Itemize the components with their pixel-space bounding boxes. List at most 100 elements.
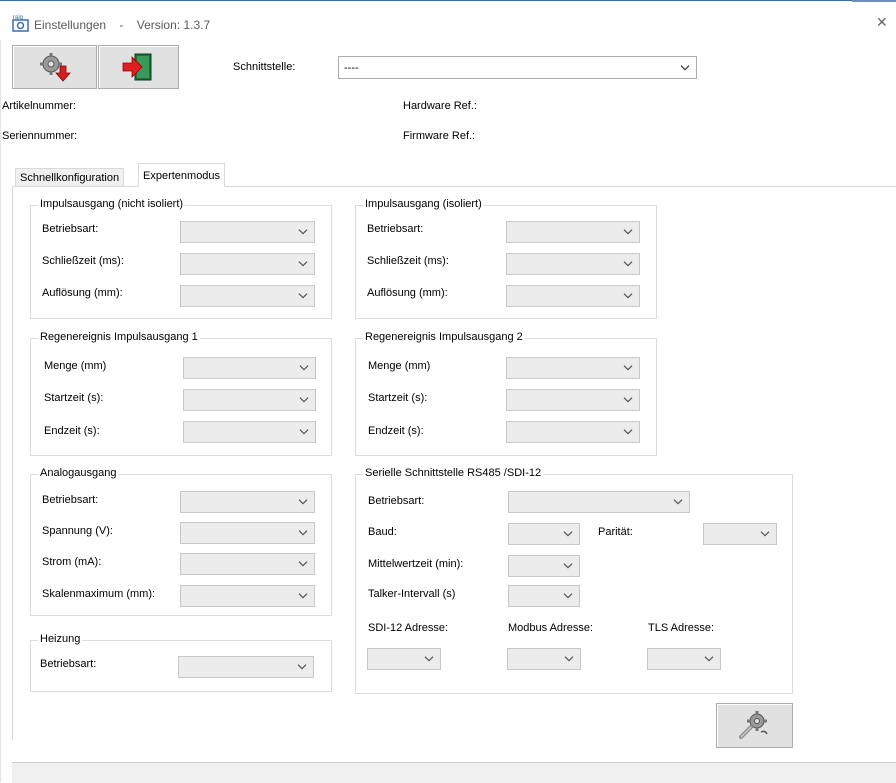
chevron-down-icon <box>299 397 309 403</box>
group-title: Regenereignis Impulsausgang 1 <box>38 331 200 343</box>
baud-select[interactable] <box>508 523 580 545</box>
analog-voltage-select[interactable] <box>180 522 315 544</box>
baud-label: Baud: <box>368 526 397 538</box>
field-label: Auflösung (mm): <box>367 287 448 299</box>
modbus-address-select[interactable] <box>507 648 581 670</box>
window-title: Einstellungen - Version: 1.3.7 <box>34 18 210 32</box>
pulse1-mode-select[interactable] <box>180 221 315 243</box>
field-label: Endzeit (s): <box>368 425 424 437</box>
tls-address-select[interactable] <box>647 648 721 670</box>
hardware-ref-label: Hardware Ref.: <box>403 100 477 112</box>
app-logo-icon: ralg <box>12 15 29 32</box>
field-label: Spannung (V): <box>42 525 113 537</box>
field-label: Menge (mm) <box>368 360 431 372</box>
field-label: Endzeit (s): <box>44 425 100 437</box>
chevron-down-icon <box>563 531 573 537</box>
apply-settings-button[interactable] <box>716 703 793 748</box>
chevron-down-icon <box>623 293 633 299</box>
pulse2-resolution-select[interactable] <box>506 285 640 307</box>
talker-interval-label: Talker-Intervall (s) <box>368 588 456 600</box>
pulse2-mode-select[interactable] <box>506 221 640 243</box>
interface-label: Schnittstelle: <box>233 61 296 73</box>
parity-label: Parität: <box>598 526 633 538</box>
gear-download-icon <box>40 53 71 82</box>
svg-text:ralg: ralg <box>13 15 23 21</box>
group-title: Regenereignis Impulsausgang 2 <box>363 331 525 343</box>
field-label: Betriebsart: <box>367 223 424 235</box>
status-bar <box>12 762 896 783</box>
serial-number-label: Seriennummer: <box>2 130 78 142</box>
field-label: Auflösung (mm): <box>42 287 123 299</box>
chevron-down-icon <box>623 365 633 371</box>
chevron-down-icon <box>563 563 573 569</box>
rain1-end-time-select[interactable] <box>183 421 316 443</box>
field-label: Betriebsart: <box>40 658 97 670</box>
field-label: Schließzeit (ms): <box>42 255 124 267</box>
field-label: Betriebsart: <box>42 223 99 235</box>
modbus-address-label: Modbus Adresse: <box>508 622 593 634</box>
averaging-time-label: Mittelwertzeit (min): <box>368 558 464 570</box>
rain1-amount-select[interactable] <box>183 357 316 379</box>
group-title: Impulsausgang (nicht isoliert) <box>38 198 186 210</box>
group-title: Analogausgang <box>38 467 119 479</box>
analog-scale-max-select[interactable] <box>180 585 315 607</box>
chevron-down-icon <box>564 656 574 662</box>
tab-expertenmodus[interactable]: Expertenmodus <box>138 163 226 187</box>
version-label: Version: 1.3.7 <box>136 18 211 32</box>
title-separator: - <box>119 18 124 32</box>
group-title: Serielle Schnittstelle RS485 /SDI-12 <box>363 467 544 479</box>
wrench-gear-icon <box>739 711 768 739</box>
firmware-ref-label: Firmware Ref.: <box>403 130 476 142</box>
analog-mode-select[interactable] <box>180 491 315 513</box>
interface-select[interactable]: ---- <box>338 56 697 79</box>
field-label: Startzeit (s): <box>368 392 428 404</box>
chevron-down-icon <box>298 293 308 299</box>
field-label: Menge (mm) <box>44 360 107 372</box>
window-edge-accent <box>852 0 896 2</box>
field-label: Schließzeit (ms): <box>367 255 449 267</box>
talker-interval-select[interactable] <box>508 585 580 607</box>
rain2-start-time-select[interactable] <box>506 389 640 411</box>
chevron-down-icon <box>298 561 308 567</box>
heating-mode-select[interactable] <box>178 656 314 678</box>
field-label: Skalenmaximum (mm): <box>42 588 156 600</box>
chevron-down-icon <box>704 656 714 662</box>
chevron-down-icon <box>298 593 308 599</box>
analog-current-select[interactable] <box>180 553 315 575</box>
close-icon[interactable]: ✕ <box>876 14 888 31</box>
chevron-down-icon <box>299 429 309 435</box>
chevron-down-icon <box>623 429 633 435</box>
group-title: Impulsausgang (isoliert) <box>363 198 484 210</box>
chevron-down-icon <box>298 261 308 267</box>
exit-button[interactable] <box>98 45 179 89</box>
chevron-down-icon <box>298 229 308 235</box>
serial-mode-select[interactable] <box>508 491 690 513</box>
chevron-down-icon <box>563 593 573 599</box>
window-left-border <box>0 40 1 782</box>
pulse1-closing-time-select[interactable] <box>180 253 315 275</box>
parity-select[interactable] <box>703 523 777 545</box>
pulse2-closing-time-select[interactable] <box>506 253 640 275</box>
group-title: Heizung <box>38 633 83 645</box>
chevron-down-icon <box>760 531 770 537</box>
rain1-start-time-select[interactable] <box>183 389 316 411</box>
article-number-label: Artikelnummer: <box>2 100 76 112</box>
serial-mode-label: Betriebsart: <box>368 495 425 507</box>
tab-schnellkonfiguration[interactable]: Schnellkonfiguration <box>15 168 125 186</box>
rain2-amount-select[interactable] <box>506 357 640 379</box>
chevron-down-icon <box>299 365 309 371</box>
interface-value: ---- <box>344 61 359 74</box>
exit-door-icon <box>122 53 152 81</box>
tls-address-label: TLS Adresse: <box>648 622 715 634</box>
pulse1-resolution-select[interactable] <box>180 285 315 307</box>
field-label: Strom (mA): <box>42 556 102 568</box>
chevron-down-icon <box>424 656 434 662</box>
chevron-down-icon <box>673 499 683 505</box>
chevron-down-icon <box>297 664 307 670</box>
chevron-down-icon <box>298 499 308 505</box>
chevron-down-icon <box>680 64 690 71</box>
rain2-end-time-select[interactable] <box>506 421 640 443</box>
sdi-address-select[interactable] <box>367 648 441 670</box>
averaging-time-select[interactable] <box>508 555 580 577</box>
save-settings-button[interactable] <box>12 45 97 89</box>
